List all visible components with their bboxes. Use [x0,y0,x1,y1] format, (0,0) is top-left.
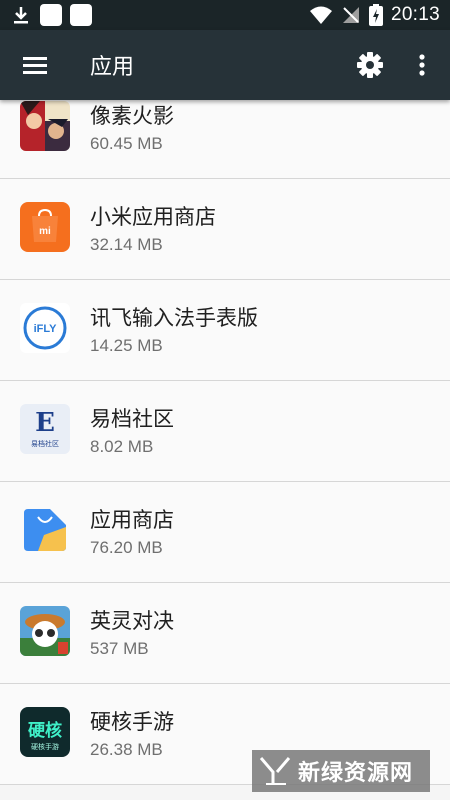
svg-text:E: E [35,408,55,438]
status-bar: 20:13 [0,0,450,30]
watermark: 新绿资源网 [252,750,430,792]
app-size: 76.20 MB [90,538,163,557]
svg-text:硬核: 硬核 [28,720,62,741]
hardcore-games-app-icon: 硬核 硬核手游 [20,707,70,757]
wifi-icon [309,6,332,24]
app-name: 易档社区 [90,407,174,431]
app-list-item[interactable]: 像素火影 60.45 MB [0,100,450,179]
ifly-input-app-icon: iFLY [20,303,70,353]
app-name: 小米应用商店 [90,205,216,229]
watermark-logo-icon [259,757,291,785]
clock: 20:13 [390,4,440,25]
app-name: 讯飞输入法手表版 [90,306,258,330]
xiaomi-store-app-icon: mi [20,202,70,252]
app-name: 像素火影 [90,104,174,128]
no-signal-icon [342,7,359,23]
watermark-text: 新绿资源网 [298,761,414,786]
app-list-item[interactable]: iFLY 讯飞输入法手表版 14.25 MB [0,280,450,381]
app-list-item[interactable]: mi 小米应用商店 32.14 MB [0,179,450,280]
app-list-item[interactable]: E 易档社区 易档社区 8.02 MB [0,381,450,482]
yidang-community-app-icon: E 易档社区 [20,404,70,454]
settings-gear-icon[interactable] [355,50,385,80]
app-size: 537 MB [90,639,149,658]
pixel-naruto-app-icon [20,101,70,151]
hamburger-menu-icon[interactable] [18,50,52,80]
svg-text:硬核手游: 硬核手游 [31,742,59,751]
app-name: 应用商店 [90,508,174,532]
download-icon [14,7,28,24]
notification-icon [40,4,62,26]
more-options-icon[interactable] [410,50,434,80]
page-title: 应用 [90,55,135,80]
app-list-item[interactable]: 英灵对决 537 MB [0,583,450,684]
app-list-item[interactable]: 应用商店 76.20 MB [0,482,450,583]
app-store-app-icon [20,505,70,555]
yingling-duel-app-icon [20,606,70,656]
svg-text:易档社区: 易档社区 [31,439,59,448]
svg-text:mi: mi [39,226,51,237]
app-list: 像素火影 60.45 MB mi 小米应用商店 32.14 MB iFLY 讯飞… [0,100,450,800]
svg-text:iFLY: iFLY [34,323,57,335]
notification-icon [70,4,92,26]
app-size: 8.02 MB [90,437,154,456]
app-name: 英灵对决 [90,609,174,633]
app-bar: 应用 [0,30,450,100]
app-size: 14.25 MB [90,336,163,355]
app-size: 26.38 MB [90,740,163,759]
app-size: 60.45 MB [90,134,163,153]
app-name: 硬核手游 [90,710,174,734]
battery-charging-icon [368,4,383,26]
app-size: 32.14 MB [90,235,163,254]
